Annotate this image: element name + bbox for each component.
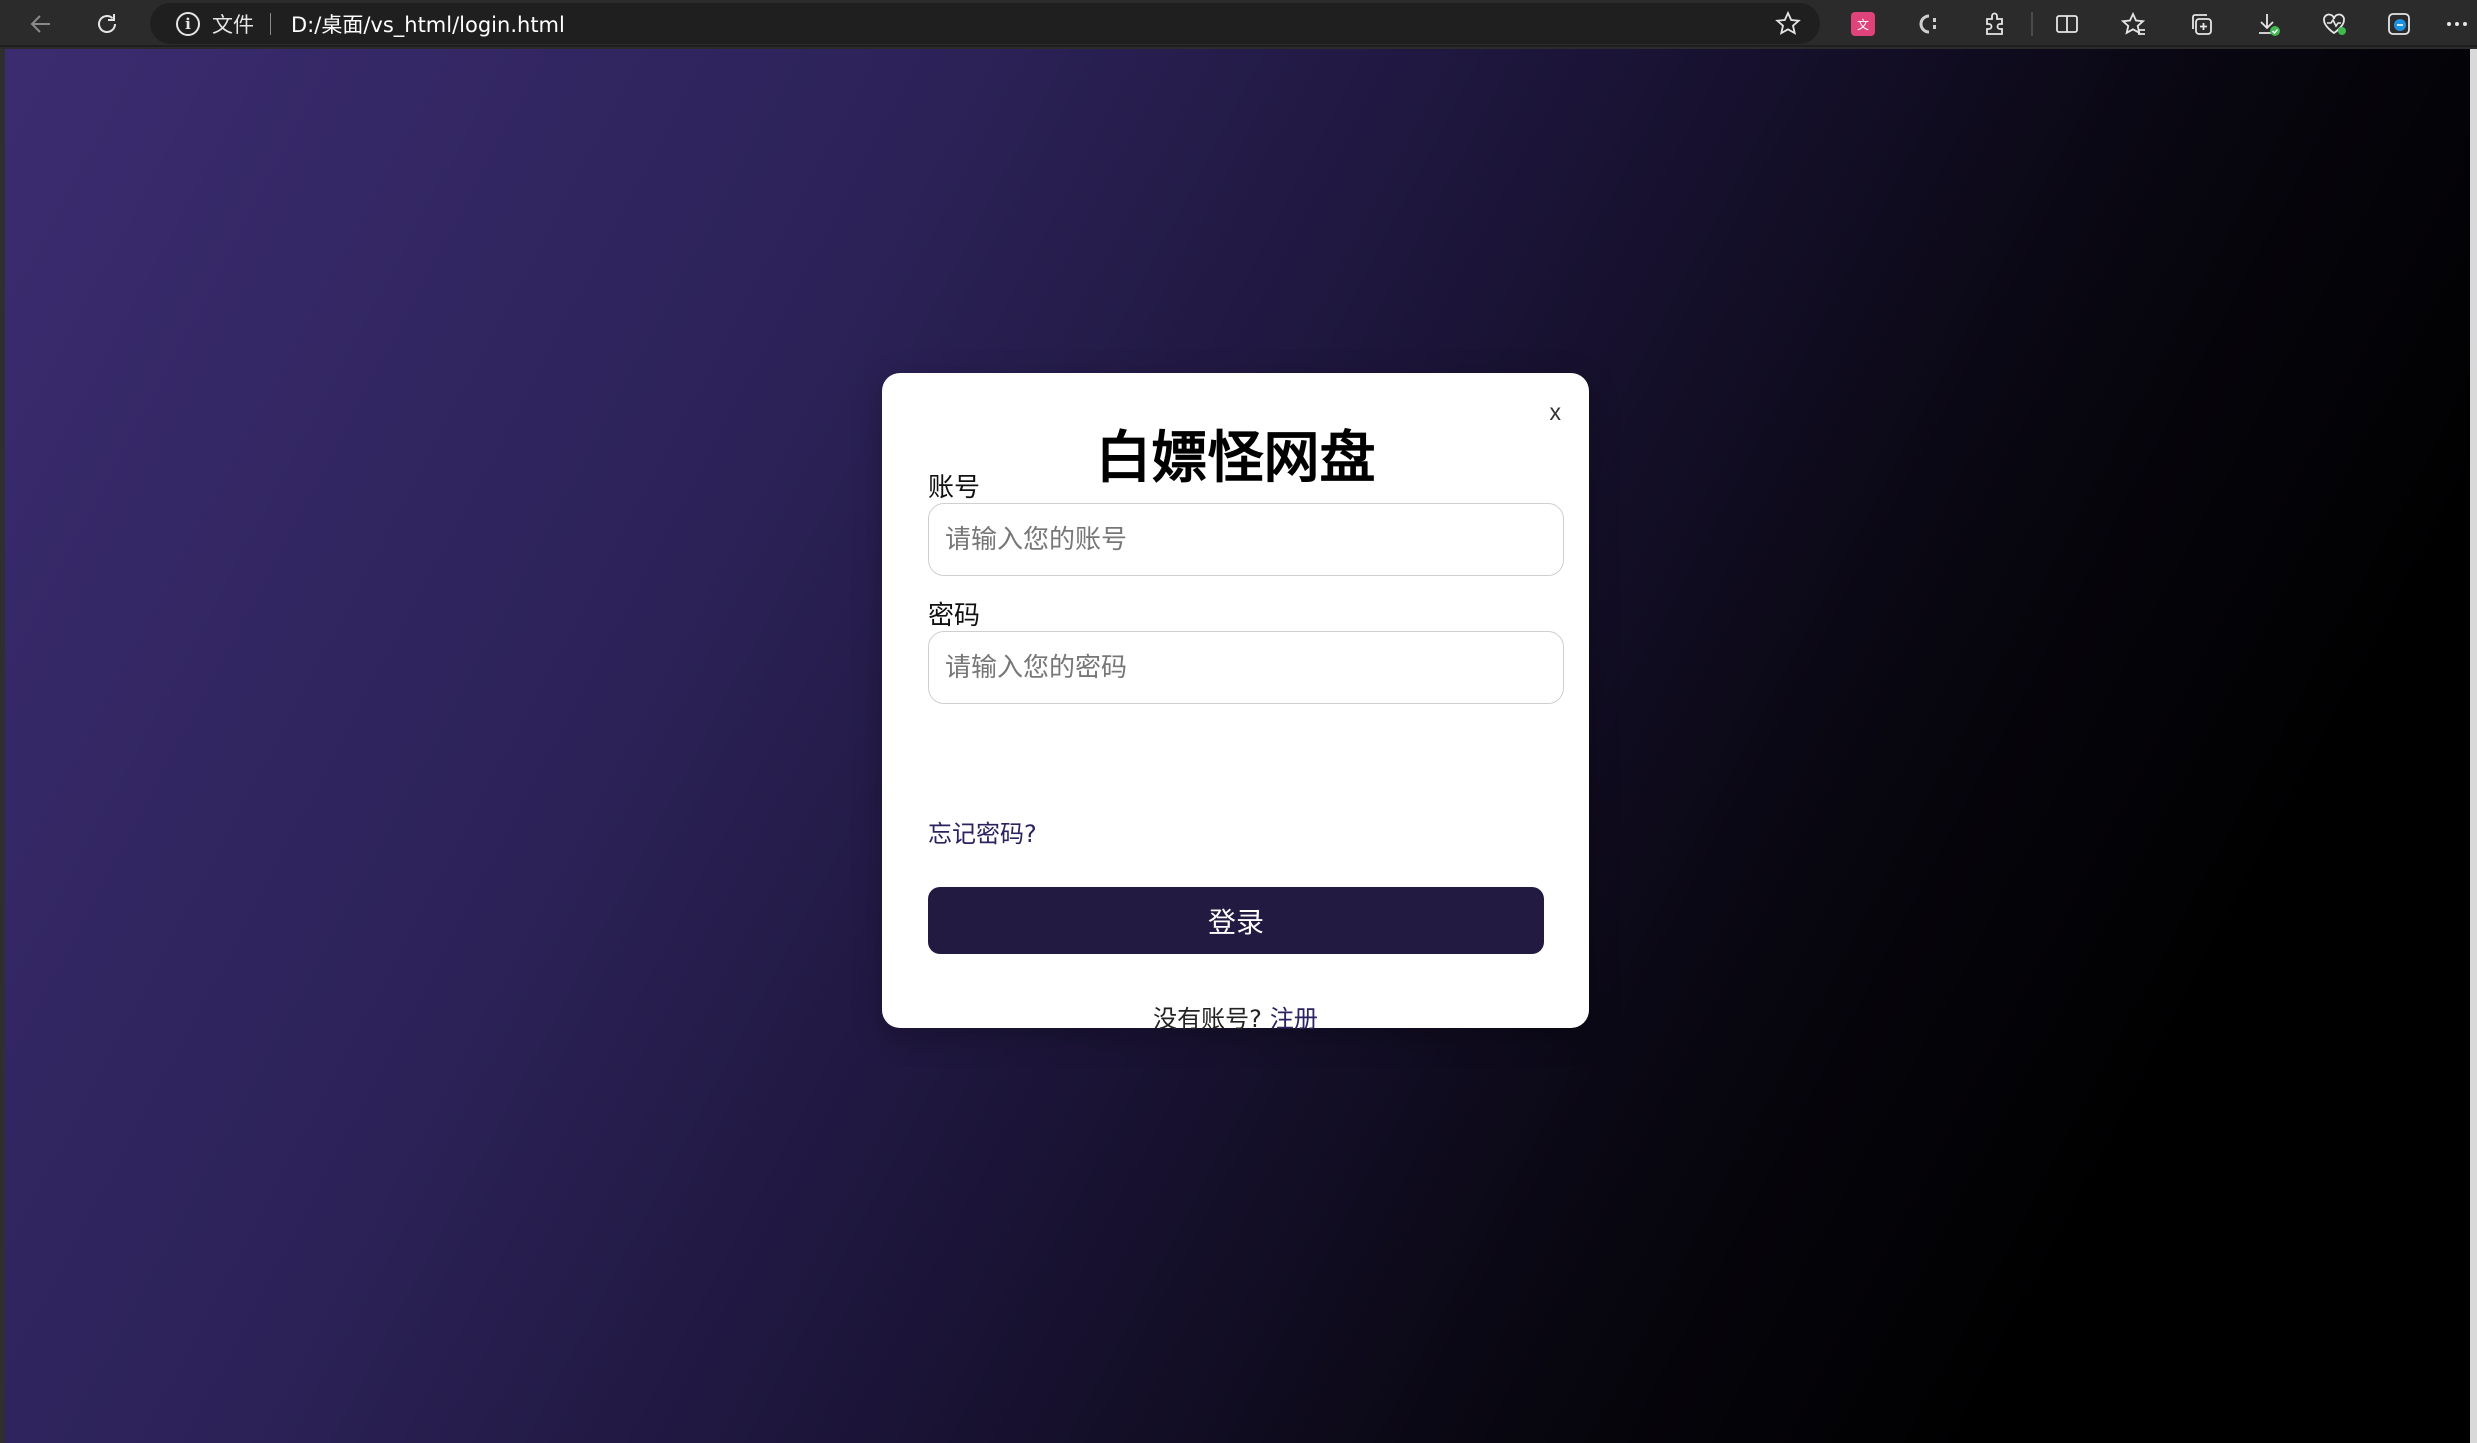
favorites-icon[interactable] bbox=[2115, 5, 2153, 43]
address-bar[interactable]: i 文件 D:/桌面/vs_html/login.html bbox=[150, 3, 1820, 44]
address-scheme-label: 文件 bbox=[212, 12, 254, 37]
login-button[interactable]: 登录 bbox=[928, 887, 1544, 954]
register-link[interactable]: 注册 bbox=[1270, 1005, 1318, 1033]
register-row: 没有账号? 注册 bbox=[882, 999, 1589, 1034]
downloads-icon[interactable] bbox=[2249, 5, 2287, 43]
browser-essentials-icon[interactable] bbox=[2315, 5, 2353, 43]
account-label: 账号 bbox=[928, 473, 981, 503]
page-scrollbar[interactable] bbox=[2470, 49, 2477, 1443]
split-screen-icon[interactable] bbox=[2048, 5, 2086, 43]
browser-toolbar: i 文件 D:/桌面/vs_html/login.html 文 bbox=[0, 0, 2477, 47]
svg-text:文: 文 bbox=[1857, 17, 1869, 32]
forgot-password-link[interactable]: 忘记密码? bbox=[928, 814, 1037, 849]
address-url[interactable]: D:/桌面/vs_html/login.html bbox=[291, 9, 565, 39]
extensions-puzzle-icon[interactable] bbox=[1976, 5, 2014, 43]
modal-title: 白嫖怪网盘 bbox=[1095, 426, 1376, 491]
address-divider bbox=[270, 12, 271, 35]
info-icon[interactable]: i bbox=[176, 11, 200, 36]
css-extension-icon[interactable] bbox=[1910, 5, 1948, 43]
translate-extension-icon[interactable]: 文 bbox=[1844, 5, 1882, 43]
favorite-star-icon[interactable] bbox=[1774, 10, 1802, 42]
login-modal: x 白嫖怪网盘 账号 密码 忘记密码? 登录 没有账号?注册 bbox=[882, 373, 1589, 1033]
refresh-icon[interactable] bbox=[88, 5, 126, 43]
edge-copilot-icon[interactable] bbox=[2380, 5, 2418, 43]
register-prompt: 没有账号? bbox=[1153, 1005, 1262, 1033]
more-menu-icon[interactable] bbox=[2438, 5, 2476, 43]
password-input[interactable] bbox=[928, 631, 1564, 704]
account-input[interactable] bbox=[928, 503, 1564, 576]
back-arrow-icon[interactable] bbox=[22, 5, 60, 43]
toolbar-divider bbox=[2031, 12, 2033, 36]
password-label: 密码 bbox=[928, 601, 981, 631]
collections-icon[interactable] bbox=[2182, 5, 2220, 43]
